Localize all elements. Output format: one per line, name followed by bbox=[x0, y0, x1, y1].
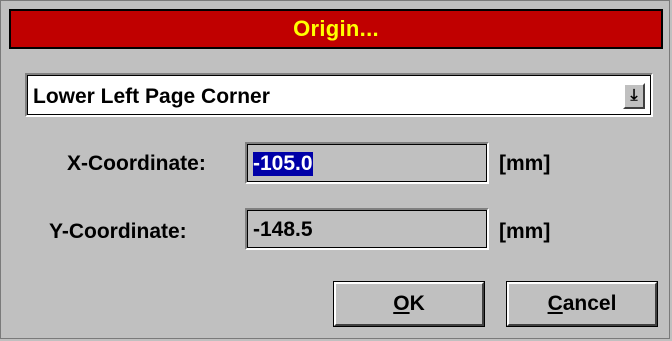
dropdown-button[interactable]: ⤓ bbox=[623, 83, 645, 109]
ok-mnemonic: O bbox=[393, 292, 410, 315]
cancel-mnemonic: C bbox=[547, 292, 563, 315]
x-coordinate-value: -105.0 bbox=[253, 152, 313, 176]
y-coordinate-input[interactable]: -148.5 bbox=[245, 208, 489, 250]
origin-select[interactable]: Lower Left Page Corner ⤓ bbox=[25, 73, 653, 117]
x-unit-label: [mm] bbox=[499, 152, 551, 175]
origin-dialog: Origin... Lower Left Page Corner ⤓ X-Coo… bbox=[0, 0, 670, 339]
title-bar[interactable]: Origin... bbox=[9, 9, 663, 49]
x-coordinate-label: X-Coordinate: bbox=[67, 152, 206, 175]
x-coordinate-input[interactable]: -105.0 bbox=[245, 142, 489, 184]
cancel-button[interactable]: Cancel bbox=[507, 282, 657, 326]
y-unit-label: [mm] bbox=[499, 220, 551, 243]
dropdown-arrow-icon: ⤓ bbox=[630, 87, 638, 104]
y-coordinate-label: Y-Coordinate: bbox=[49, 220, 187, 243]
y-coordinate-value: -148.5 bbox=[253, 218, 313, 241]
ok-label-rest: K bbox=[409, 292, 425, 315]
origin-select-value: Lower Left Page Corner bbox=[33, 85, 270, 108]
cancel-label-rest: ancel bbox=[562, 292, 617, 315]
dialog-title: Origin... bbox=[293, 16, 379, 41]
ok-button[interactable]: OK bbox=[334, 282, 484, 326]
